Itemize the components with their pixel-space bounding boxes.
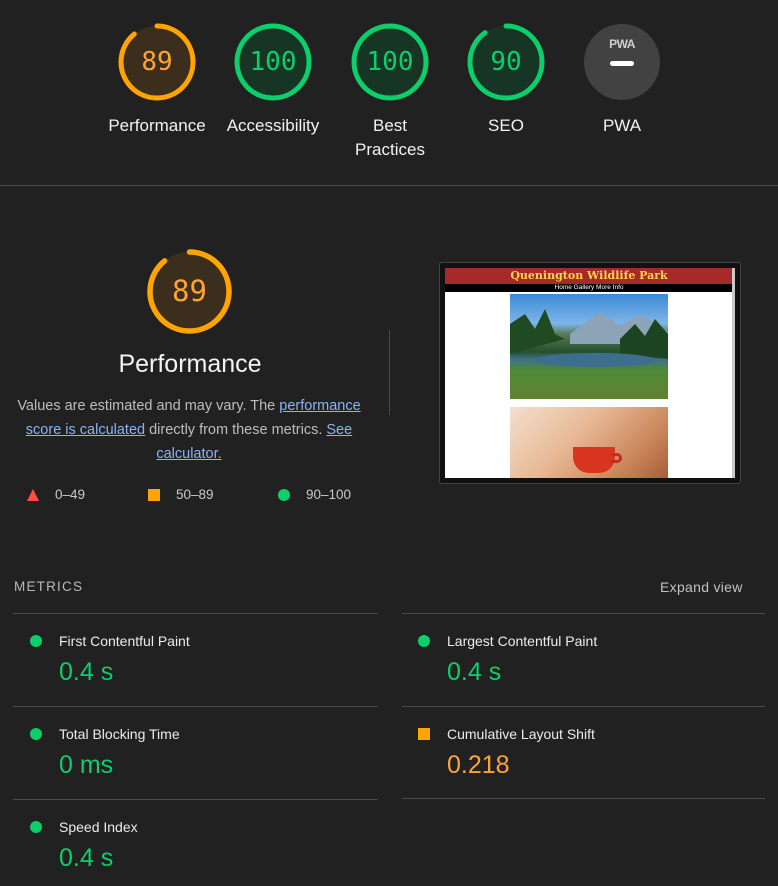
score-value: 89 bbox=[141, 47, 173, 77]
cup-handle-icon bbox=[611, 453, 622, 463]
legend-range: 50–89 bbox=[176, 487, 214, 502]
vertical-divider bbox=[389, 330, 390, 415]
category-gauges: 89 Performance 100 Accessibility 100 Bes… bbox=[0, 0, 778, 185]
square-icon bbox=[148, 489, 160, 501]
gauge-performance[interactable]: 89 Performance bbox=[97, 22, 217, 138]
expand-view-button[interactable]: Expand view bbox=[660, 579, 743, 595]
average-square-icon bbox=[418, 728, 430, 740]
pass-circle-icon bbox=[30, 821, 42, 833]
gauge-pwa[interactable]: PWA PWA bbox=[562, 22, 682, 138]
site-title: Quenington Wildlife Park bbox=[445, 268, 733, 284]
performance-description: Values are estimated and may vary. The p… bbox=[14, 394, 364, 466]
mountain-lake-icon bbox=[510, 309, 668, 367]
gauge-label: PWA bbox=[602, 116, 642, 135]
metric-label: Speed Index bbox=[59, 819, 138, 835]
gauge-label: Performance bbox=[108, 116, 206, 135]
pwa-badge-text: PWA bbox=[609, 37, 635, 51]
score-value: 90 bbox=[490, 47, 522, 77]
score-ring: 89 bbox=[117, 22, 197, 102]
legend-range: 0–49 bbox=[55, 487, 86, 502]
metric-divider bbox=[402, 798, 765, 799]
gauge-best-practices[interactable]: 100 Best Practices bbox=[330, 22, 450, 162]
metrics-heading: METRICS bbox=[14, 579, 84, 594]
pwa-badge: PWA bbox=[582, 22, 662, 102]
performance-title: Performance bbox=[118, 350, 262, 378]
score-ring: 100 bbox=[233, 22, 313, 102]
image-caption bbox=[510, 400, 668, 406]
legend-range: 90–100 bbox=[306, 487, 352, 502]
pwa-icon bbox=[584, 24, 660, 100]
metric-label: Cumulative Layout Shift bbox=[447, 726, 595, 742]
lake-image bbox=[510, 294, 668, 399]
score-value: 100 bbox=[366, 47, 414, 77]
metric-value: 0 ms bbox=[59, 751, 114, 779]
gauge-label: Accessibility bbox=[226, 116, 320, 135]
gauge-seo[interactable]: 90 SEO bbox=[446, 22, 566, 138]
performance-score-value: 89 bbox=[172, 274, 207, 308]
metric-largest-contentful-paint: Largest Contentful Paint 0.4 s bbox=[402, 614, 732, 694]
description-text: directly from these metrics. bbox=[145, 422, 327, 438]
metric-total-blocking-time: Total Blocking Time 0 ms bbox=[14, 707, 344, 787]
screenshot-page: Quenington Wildlife Park Home Gallery Mo… bbox=[445, 268, 735, 478]
metric-speed-index: Speed Index 0.4 s bbox=[14, 800, 344, 880]
scrollbar bbox=[732, 268, 735, 478]
metric-label: First Contentful Paint bbox=[59, 633, 190, 649]
metric-label: Total Blocking Time bbox=[59, 726, 180, 742]
description-text: Values are estimated and may vary. The bbox=[17, 398, 280, 414]
metric-value: 0.218 bbox=[447, 751, 510, 779]
metric-value: 0.4 s bbox=[447, 658, 502, 686]
final-screenshot[interactable]: Quenington Wildlife Park Home Gallery Mo… bbox=[439, 262, 741, 484]
metric-value: 0.4 s bbox=[59, 844, 114, 872]
pass-circle-icon bbox=[30, 635, 42, 647]
metric-cumulative-layout-shift: Cumulative Layout Shift 0.218 bbox=[402, 707, 732, 787]
metric-value: 0.4 s bbox=[59, 658, 114, 686]
coffee-image bbox=[510, 407, 668, 478]
score-ring: 100 bbox=[350, 22, 430, 102]
gauge-label: Best Practices bbox=[355, 116, 425, 159]
triangle-icon bbox=[27, 489, 39, 501]
metric-label: Largest Contentful Paint bbox=[447, 633, 598, 649]
gauge-label: SEO bbox=[488, 116, 524, 135]
metric-first-contentful-paint: First Contentful Paint 0.4 s bbox=[14, 614, 344, 694]
section-divider bbox=[0, 185, 778, 186]
pass-circle-icon bbox=[30, 728, 42, 740]
site-nav: Home Gallery More Info bbox=[445, 284, 733, 292]
performance-score-gauge: 89 bbox=[146, 248, 233, 335]
gauge-accessibility[interactable]: 100 Accessibility bbox=[213, 22, 333, 138]
score-ring: 90 bbox=[466, 22, 546, 102]
score-value: 100 bbox=[249, 47, 297, 77]
circle-icon bbox=[278, 489, 290, 501]
coffee-cup-icon bbox=[573, 447, 615, 473]
pass-circle-icon bbox=[418, 635, 430, 647]
